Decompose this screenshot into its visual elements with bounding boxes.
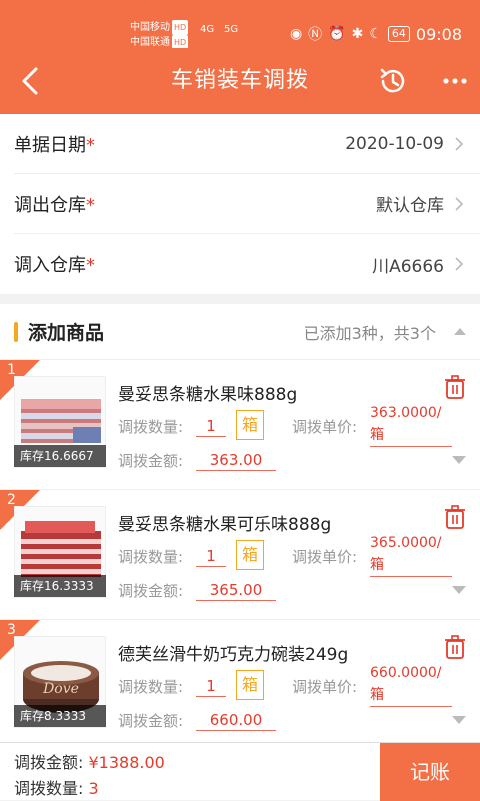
carrier-info: 中国移动 HD 中国联通 HD xyxy=(130,20,189,50)
goods-section-header[interactable]: 添加商品 已添加3种，共3个 xyxy=(0,304,480,360)
more-icon[interactable] xyxy=(438,64,472,98)
stock-badge: 库存8.3333 xyxy=(14,705,106,727)
save-button[interactable]: 记账 xyxy=(380,743,480,801)
section-summary: 已添加3种，共3个 xyxy=(303,323,436,343)
trash-icon[interactable] xyxy=(444,634,466,660)
network-4g: 4G xyxy=(200,24,215,35)
amount-label: 调拨金额: xyxy=(118,452,184,470)
history-icon[interactable] xyxy=(376,64,410,98)
trash-icon[interactable] xyxy=(444,374,466,400)
product-name: 曼妥思条糖水果味888g xyxy=(118,385,298,405)
battery-icon: 64 xyxy=(387,26,410,42)
nfc-icon: Ⓝ xyxy=(308,27,323,43)
moon-icon: ☾ xyxy=(369,26,382,42)
price-input[interactable]: 363.0000/箱 xyxy=(370,402,452,447)
price-input[interactable]: 365.0000/箱 xyxy=(370,532,452,577)
goods-item: 3 Dove 库存8.3333 德芙丝滑牛奶巧克力碗装249g 调拨数量: 1 … xyxy=(0,620,480,750)
price-input[interactable]: 660.0000/箱 xyxy=(370,662,452,707)
target-warehouse-label: 调入仓库* xyxy=(14,255,95,276)
carrier-1: 中国移动 xyxy=(130,22,170,33)
qty-label: 调拨数量: xyxy=(118,418,184,436)
goods-item: 2 库存16.3333 曼妥思条糖水果可乐味888g 调拨数量: 1 箱 调拨单… xyxy=(0,490,480,620)
amount-input[interactable]: 365.00 xyxy=(196,580,276,601)
network-5g: 5G xyxy=(224,24,239,35)
chevron-right-icon xyxy=(455,196,464,211)
document-date-value: 2020-10-09 xyxy=(345,133,444,154)
total-amount: 调拨金额: ¥1388.00 xyxy=(14,749,165,773)
unit-selector[interactable]: 箱 xyxy=(236,540,264,570)
section-accent-bar xyxy=(14,321,18,342)
qty-input[interactable]: 1 xyxy=(196,416,226,437)
hd-badge: HD xyxy=(172,20,189,35)
source-warehouse-value: 默认仓库 xyxy=(376,196,444,216)
carrier-2: 中国联通 xyxy=(130,37,170,48)
stock-badge: 库存16.3333 xyxy=(14,575,106,597)
bluetooth-icon: ✱ xyxy=(351,26,364,42)
goods-section: 添加商品 已添加3种，共3个 1 库存16.6667 曼妥思条糖水果味888g xyxy=(0,304,480,750)
document-date-label: 单据日期* xyxy=(14,134,95,156)
amount-label: 调拨金额: xyxy=(118,582,184,600)
source-warehouse-row[interactable]: 调出仓库* 默认仓库 xyxy=(14,174,480,234)
source-warehouse-label: 调出仓库* xyxy=(14,194,95,216)
amount-input[interactable]: 660.00 xyxy=(196,710,276,731)
eye-icon: ◉ xyxy=(289,26,303,42)
status-bar: 中国移动 HD 中国联通 HD 4G 5G ◉ Ⓝ ⏰ ✱ ☾ 64 09:08 xyxy=(0,0,480,50)
caret-up-icon[interactable] xyxy=(454,328,466,335)
qty-label: 调拨数量: xyxy=(118,548,184,566)
unit-selector[interactable]: 箱 xyxy=(236,670,264,700)
product-name: 曼妥思条糖水果可乐味888g xyxy=(118,515,332,535)
caret-down-icon[interactable] xyxy=(452,716,466,724)
document-form: 单据日期* 2020-10-09 调出仓库* 默认仓库 调入仓库* 川A6666 xyxy=(0,114,480,294)
footer-bar: 调拨金额: ¥1388.00 调拨数量: 3 记账 xyxy=(0,742,480,801)
qty-label: 调拨数量: xyxy=(118,678,184,696)
nav-bar: 车销装车调拨 xyxy=(0,48,480,114)
caret-down-icon[interactable] xyxy=(452,586,466,594)
total-amount-value: ¥1388.00 xyxy=(88,753,165,772)
total-qty-label: 调拨数量: xyxy=(14,779,84,798)
price-label: 调拨单价: xyxy=(292,418,358,436)
total-qty: 调拨数量: 3 xyxy=(14,775,99,799)
trash-icon[interactable] xyxy=(444,504,466,530)
chevron-right-icon xyxy=(455,136,464,151)
chevron-right-icon xyxy=(455,257,464,271)
price-label: 调拨单价: xyxy=(292,678,358,696)
stock-badge: 库存16.6667 xyxy=(14,445,106,467)
amount-label: 调拨金额: xyxy=(118,712,184,730)
unit-selector[interactable]: 箱 xyxy=(236,410,264,440)
caret-down-icon[interactable] xyxy=(452,456,466,464)
alarm-icon: ⏰ xyxy=(328,26,346,42)
total-amount-label: 调拨金额: xyxy=(14,753,84,772)
svg-text:Dove: Dove xyxy=(42,681,79,697)
clock: 09:08 xyxy=(415,24,462,44)
qty-input[interactable]: 1 xyxy=(196,546,226,567)
document-date-row[interactable]: 单据日期* 2020-10-09 xyxy=(14,114,480,174)
target-warehouse-value: 川A6666 xyxy=(372,256,444,277)
total-qty-value: 3 xyxy=(88,779,99,798)
goods-item: 1 库存16.6667 曼妥思条糖水果味888g 调拨数量: 1 箱 调拨单价:… xyxy=(0,360,480,490)
section-title: 添加商品 xyxy=(28,322,105,344)
price-label: 调拨单价: xyxy=(292,548,358,566)
status-icons: ◉ Ⓝ ⏰ ✱ ☾ 64 09:08 xyxy=(290,24,462,44)
target-warehouse-row[interactable]: 调入仓库* 川A6666 xyxy=(14,234,480,294)
amount-input[interactable]: 363.00 xyxy=(196,450,276,471)
product-name: 德芙丝滑牛奶巧克力碗装249g xyxy=(118,645,349,665)
qty-input[interactable]: 1 xyxy=(196,676,226,697)
